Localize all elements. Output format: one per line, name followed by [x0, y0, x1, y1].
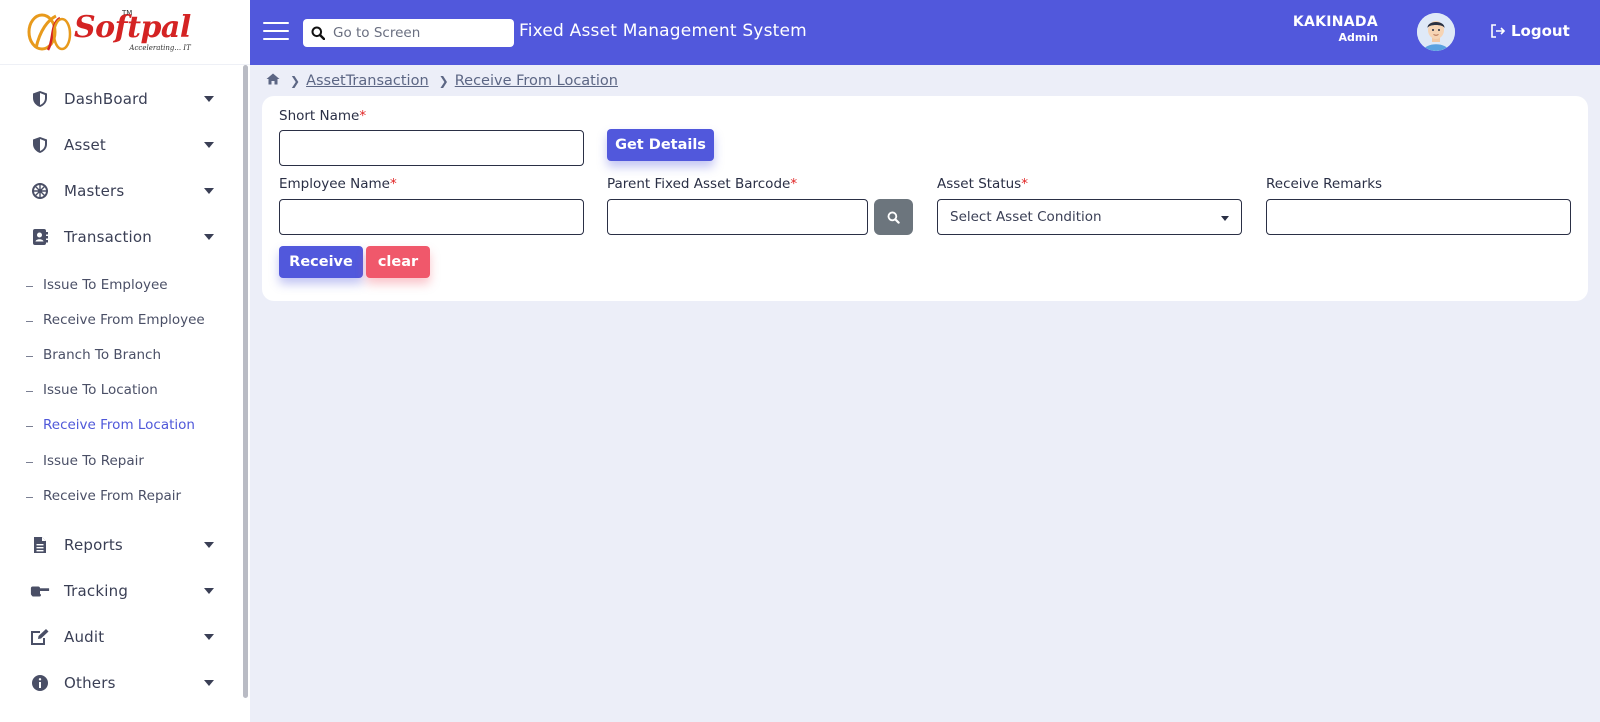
- subnav-receive-from-employee[interactable]: Receive From Employee: [26, 303, 205, 337]
- search-icon: [887, 211, 900, 224]
- employee-name-input[interactable]: [279, 199, 584, 235]
- chevron-down-icon: [204, 234, 214, 240]
- clear-button[interactable]: clear: [366, 246, 430, 278]
- asset-status-label: Asset Status*: [937, 176, 1028, 192]
- short-name-label: Short Name*: [279, 108, 367, 124]
- top-header: Fixed Asset Management System KAKINADA A…: [250, 0, 1600, 65]
- sidebar-item-tracking[interactable]: Tracking: [0, 567, 240, 614]
- sidebar-item-audit[interactable]: Audit: [0, 613, 240, 660]
- logout-label: Logout: [1511, 22, 1570, 40]
- subnav-branch-to-branch[interactable]: Branch To Branch: [26, 338, 161, 372]
- get-details-button[interactable]: Get Details: [607, 129, 714, 161]
- breadcrumb-asset-transaction[interactable]: AssetTransaction: [306, 73, 429, 89]
- receive-remarks-input[interactable]: [1266, 199, 1571, 235]
- logout-icon: [1491, 24, 1506, 38]
- shield-icon: [30, 135, 50, 155]
- subnav-receive-from-repair[interactable]: Receive From Repair: [26, 479, 181, 513]
- logo-text: Softpal: [74, 9, 191, 45]
- breadcrumb: ❯ AssetTransaction ❯ Receive From Locati…: [266, 73, 618, 89]
- dash-icon: [26, 426, 33, 427]
- short-name-input[interactable]: [279, 130, 584, 166]
- hamburger-menu-icon[interactable]: [263, 22, 289, 42]
- avatar[interactable]: [1417, 13, 1455, 51]
- softpal-logo-icon: [26, 10, 74, 54]
- dash-icon: [26, 391, 33, 392]
- subnav-label: Issue To Location: [43, 382, 158, 398]
- edit-icon: [30, 627, 50, 647]
- subnav-issue-to-employee[interactable]: Issue To Employee: [26, 268, 168, 302]
- sidebar-item-masters[interactable]: Masters: [0, 167, 240, 214]
- parent-barcode-input[interactable]: [607, 199, 868, 235]
- sidebar-item-label: Masters: [64, 181, 125, 200]
- asset-status-select[interactable]: Select Asset Condition: [937, 199, 1242, 235]
- trademark: TM: [122, 8, 133, 17]
- chevron-down-icon: [204, 96, 214, 102]
- subnav-label: Branch To Branch: [43, 347, 162, 363]
- dash-icon: [26, 462, 33, 463]
- sidebar-item-dashboard[interactable]: DashBoard: [0, 75, 240, 122]
- subnav-issue-to-location[interactable]: Issue To Location: [26, 373, 158, 407]
- home-icon[interactable]: [266, 73, 280, 89]
- address-book-icon: [30, 227, 50, 247]
- dash-icon: [26, 356, 33, 357]
- chevron-down-icon: [204, 634, 214, 640]
- logo[interactable]: TM Softpal Accelerating... IT: [0, 0, 250, 65]
- user-role: Admin: [1338, 31, 1378, 44]
- dharma-wheel-icon: [30, 181, 50, 201]
- tank-icon: [30, 581, 50, 601]
- chevron-down-icon: [1221, 216, 1229, 221]
- sidebar-item-label: Audit: [64, 627, 105, 646]
- chevron-down-icon: [204, 588, 214, 594]
- sidebar-item-transaction[interactable]: Transaction: [0, 213, 240, 260]
- screen-search[interactable]: [303, 19, 514, 47]
- chevron-down-icon: [204, 142, 214, 148]
- logout-button[interactable]: Logout: [1490, 22, 1570, 40]
- sidebar: TM Softpal Accelerating... IT DashBoard …: [0, 0, 250, 722]
- chevron-right-icon: ❯: [290, 74, 301, 88]
- subnav-issue-to-repair[interactable]: Issue To Repair: [26, 444, 144, 478]
- receive-form-card: Short Name* Get Details Employee Name* P…: [262, 96, 1588, 301]
- sidebar-item-label: Tracking: [64, 581, 129, 600]
- sidebar-item-label: Reports: [64, 535, 123, 554]
- subnav-receive-from-location[interactable]: Receive From Location: [26, 408, 195, 442]
- sidebar-menu: DashBoard Asset Masters Transaction Issu…: [0, 65, 250, 722]
- dash-icon: [26, 321, 33, 322]
- info-icon: [30, 673, 50, 693]
- sidebar-item-asset[interactable]: Asset: [0, 121, 240, 168]
- subnav-label: Issue To Repair: [43, 453, 144, 469]
- sidebar-item-label: DashBoard: [64, 89, 148, 108]
- subnav-label: Issue To Employee: [43, 277, 168, 293]
- user-info: KAKINADA Admin: [1293, 14, 1378, 44]
- sidebar-item-label: Asset: [64, 135, 107, 154]
- dash-icon: [26, 286, 33, 287]
- receive-remarks-label: Receive Remarks: [1266, 176, 1383, 192]
- employee-name-label: Employee Name*: [279, 176, 397, 192]
- sidebar-item-others[interactable]: Others: [0, 659, 240, 706]
- dash-icon: [26, 497, 33, 498]
- parent-barcode-label: Parent Fixed Asset Barcode*: [607, 176, 798, 192]
- app-title: Fixed Asset Management System: [519, 21, 807, 41]
- search-icon: [303, 26, 333, 40]
- file-icon: [30, 535, 50, 555]
- chevron-down-icon: [204, 542, 214, 548]
- sidebar-item-reports[interactable]: Reports: [0, 521, 240, 568]
- user-name: KAKINADA: [1292, 14, 1378, 30]
- logo-tagline: Accelerating... IT: [129, 43, 191, 52]
- breadcrumb-receive-from-location[interactable]: Receive From Location: [455, 73, 618, 89]
- sidebar-item-label: Transaction: [64, 227, 153, 246]
- search-input[interactable]: [333, 25, 503, 41]
- barcode-search-button[interactable]: [874, 199, 913, 235]
- chevron-down-icon: [204, 188, 214, 194]
- sidebar-scrollbar[interactable]: [243, 65, 248, 698]
- subnav-label: Receive From Repair: [43, 488, 182, 504]
- chevron-right-icon: ❯: [438, 74, 449, 88]
- receive-button[interactable]: Receive: [279, 246, 363, 278]
- subnav-label: Receive From Employee: [43, 312, 205, 328]
- subnav-label: Receive From Location: [43, 417, 195, 433]
- asset-status-value: Select Asset Condition: [950, 209, 1102, 225]
- shield-icon: [30, 89, 50, 109]
- chevron-down-icon: [204, 680, 214, 686]
- sidebar-item-label: Others: [64, 673, 116, 692]
